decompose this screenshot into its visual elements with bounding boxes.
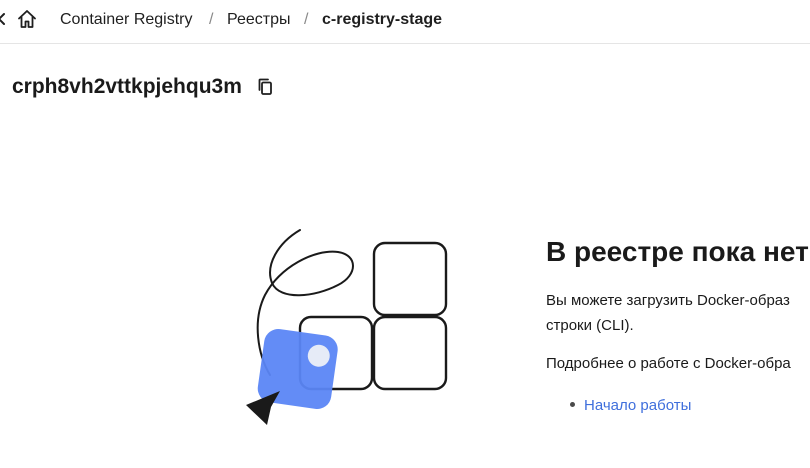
description-line: Вы можете загрузить Docker-образ <box>546 292 790 309</box>
description-line: строки (CLI). <box>546 317 634 334</box>
bullet <box>570 402 575 408</box>
more-info-text: Подробнее о работе с Docker-обра <box>546 355 791 372</box>
docs-link-item: Начало работы <box>566 393 691 418</box>
copy-icon[interactable] <box>256 77 276 97</box>
empty-registry-illustration <box>246 229 448 425</box>
breadcrumb-current: c-registry-stage <box>322 11 443 28</box>
home-icon[interactable] <box>16 8 38 30</box>
breadcrumb-container-registry[interactable]: Container Registry <box>60 11 193 29</box>
grid-tile <box>372 315 448 391</box>
getting-started-link[interactable]: Начало работы <box>584 397 691 414</box>
page-title: crph8vh2vttkpjehqu3m <box>12 75 242 98</box>
breadcrumb-separator: / <box>209 11 214 28</box>
breadcrumb-separator: / <box>304 11 309 28</box>
breadcrumb-registries[interactable]: Реестры <box>227 11 291 29</box>
empty-state-title: В реестре пока нет <box>546 236 809 267</box>
registry-page: Container Registry / Реестры / c-registr… <box>0 0 810 468</box>
top-bar: Container Registry / Реестры / c-registr… <box>0 0 810 44</box>
empty-state-description: Вы можете загрузить Docker-образ строки … <box>546 288 810 338</box>
grid-tile <box>372 241 448 317</box>
chevron-left-icon[interactable] <box>0 10 6 28</box>
